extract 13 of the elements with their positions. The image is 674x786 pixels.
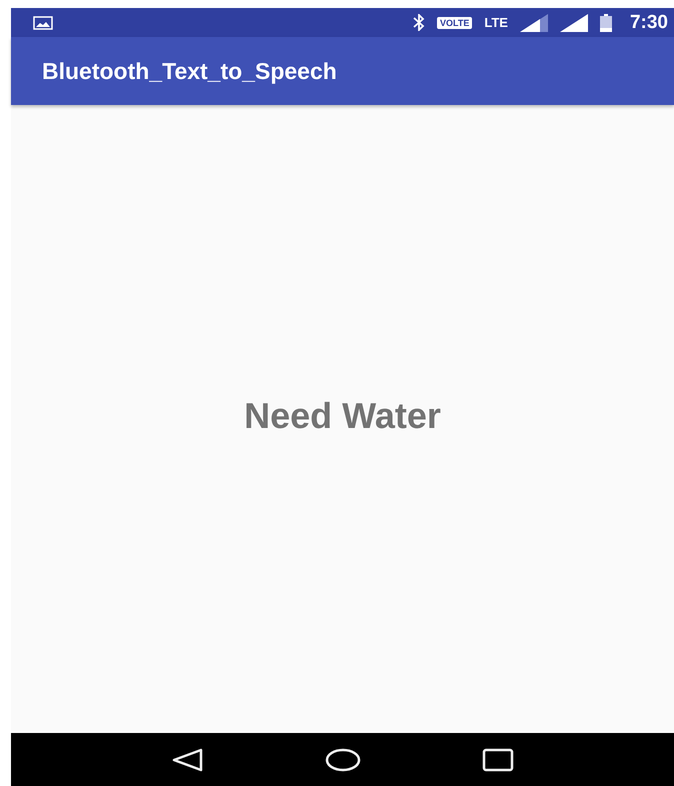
signal-icon: [520, 14, 548, 32]
network-type: LTE: [484, 15, 508, 30]
home-icon[interactable]: [324, 748, 360, 772]
recents-icon[interactable]: [482, 748, 514, 772]
signal-icon: [560, 14, 588, 32]
volte-indicator: VOLTE: [437, 16, 472, 28]
bluetooth-icon: [413, 14, 426, 31]
battery-icon: [600, 14, 612, 32]
clock: 7:30: [630, 12, 668, 34]
message-text: Need Water: [244, 395, 441, 437]
image-icon: [33, 16, 53, 30]
app-title: Bluetooth_Text_to_Speech: [42, 58, 337, 84]
back-icon[interactable]: [172, 748, 204, 772]
